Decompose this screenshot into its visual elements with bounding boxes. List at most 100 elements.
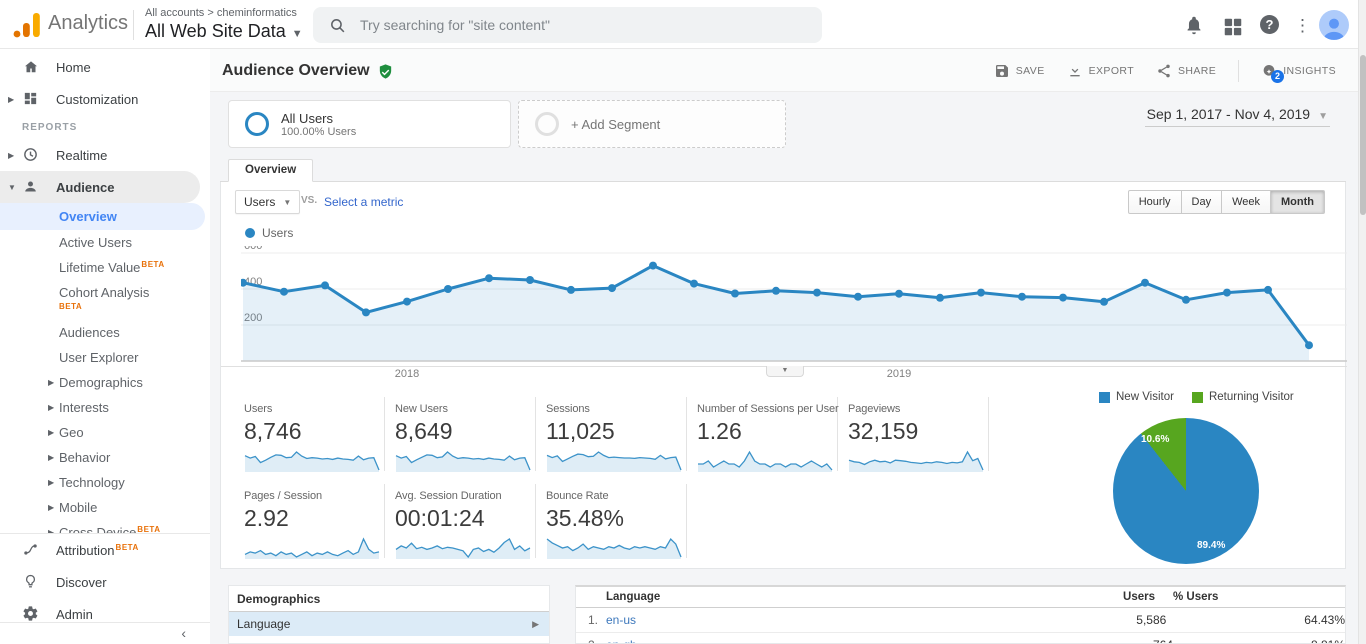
- property-selector[interactable]: All Web Site Data▼: [145, 21, 303, 42]
- sidebar-item-cohort-analysis[interactable]: Cohort AnalysisBETA: [0, 280, 210, 320]
- sidebar-item-mobile[interactable]: ▶Mobile: [0, 495, 210, 520]
- metric-value: 32,159: [848, 418, 988, 445]
- granularity-week[interactable]: Week: [1222, 190, 1271, 214]
- sidebar-item-label: Active Users: [59, 235, 132, 250]
- more-vert-icon[interactable]: ⋮: [1294, 16, 1304, 38]
- ga-audience-overview-page: Analytics All accounts > cheminformatics…: [0, 0, 1366, 644]
- admin-icon: [22, 605, 40, 623]
- export-button[interactable]: EXPORT: [1067, 63, 1134, 79]
- visitor-pie-chart[interactable]: 89.4% 10.6%: [1113, 418, 1259, 564]
- sidebar-item-discover[interactable]: Discover: [0, 566, 210, 598]
- metric-card-avg-session-duration[interactable]: Avg. Session Duration00:01:24: [385, 484, 536, 558]
- sidebar-item-audiences[interactable]: Audiences: [0, 320, 210, 345]
- add-segment-button[interactable]: + Add Segment: [518, 100, 786, 148]
- search-bar[interactable]: [313, 7, 822, 43]
- toolbar-actions: SAVE EXPORT SHARE: [994, 60, 1336, 82]
- dimension-row-language[interactable]: Language▶: [229, 612, 549, 636]
- page-title: Audience Overview: [222, 62, 394, 80]
- legend-swatch-icon: [1192, 392, 1203, 403]
- metric-label: Sessions: [546, 403, 686, 415]
- sidebar-item-user-explorer[interactable]: User Explorer: [0, 345, 210, 370]
- sidebar-item-active-users[interactable]: Active Users: [0, 230, 210, 255]
- sidebar-item-label: Admin: [56, 607, 93, 622]
- sidebar-item-home[interactable]: Home: [0, 51, 210, 83]
- sidebar-item-label: Behavior: [59, 450, 110, 465]
- users-legend-label: Users: [262, 226, 293, 240]
- attribution-icon: [22, 541, 40, 559]
- insights-button[interactable]: 2 INSIGHTS: [1261, 63, 1336, 79]
- chevron-right-icon: ▶: [48, 453, 54, 462]
- apps-grid-icon[interactable]: [1222, 16, 1244, 38]
- sidebar-collapse-button[interactable]: ‹: [0, 622, 210, 644]
- sidebar-item-attribution[interactable]: AttributionBETA: [0, 534, 210, 566]
- col-pct-users[interactable]: % Users: [1155, 591, 1345, 603]
- sidebar-item-cross-device[interactable]: ▶Cross DeviceBETA: [0, 520, 210, 533]
- sidebar-item-technology[interactable]: ▶Technology: [0, 470, 210, 495]
- metric-value: 35.48%: [546, 505, 686, 532]
- chevron-right-icon: ▶: [532, 612, 539, 636]
- realtime-icon: [22, 146, 40, 164]
- sidebar-item-customization[interactable]: ▶ Customization: [0, 83, 210, 115]
- scrollbar[interactable]: [1358, 0, 1366, 644]
- language-row-en-us: 1.en-us5,58664.43%: [576, 608, 1345, 633]
- metric-value: 00:01:24: [395, 505, 535, 532]
- avatar[interactable]: [1319, 10, 1349, 40]
- col-language[interactable]: Language: [576, 591, 1075, 603]
- metric-card-pageviews[interactable]: Pageviews32,159: [838, 397, 989, 471]
- share-button[interactable]: SHARE: [1156, 63, 1216, 79]
- sidebar-item-label: Demographics: [59, 375, 143, 390]
- sidebar-item-label: Customization: [56, 92, 138, 107]
- chevron-right-icon: ▶: [8, 95, 18, 104]
- metric-dropdown[interactable]: Users▼: [235, 190, 300, 214]
- col-users[interactable]: Users: [1075, 591, 1155, 603]
- share-icon: [1156, 63, 1172, 79]
- sidebar-item-label: Audiences: [59, 325, 120, 340]
- search-input[interactable]: [360, 17, 780, 33]
- metric-card-sessions[interactable]: Sessions11,025: [536, 397, 687, 471]
- users-timeseries-chart[interactable]: 20040060020182019: [241, 246, 1347, 384]
- metric-card-users[interactable]: Users8,746: [234, 397, 385, 471]
- sidebar-item-audience[interactable]: ▼Audience: [0, 171, 200, 203]
- notifications-bell-icon[interactable]: [1183, 14, 1205, 36]
- language-link[interactable]: en-gb: [606, 638, 1093, 644]
- sidebar-bottom-group: AttributionBETADiscover Admin: [0, 533, 210, 630]
- sidebar-item-interests[interactable]: ▶Interests: [0, 395, 210, 420]
- metric-card-pages-session[interactable]: Pages / Session2.92: [234, 484, 385, 558]
- segment-all-users[interactable]: All Users 100.00% Users: [228, 100, 511, 148]
- sidebar-item-label: Interests: [59, 400, 109, 415]
- sidebar-item-realtime[interactable]: ▶ Realtime: [0, 139, 210, 171]
- sidebar-item-lifetime-value[interactable]: Lifetime ValueBETA: [0, 255, 210, 280]
- granularity-day[interactable]: Day: [1182, 190, 1223, 214]
- users-value: 764: [1093, 638, 1173, 644]
- sidebar-item-demographics[interactable]: ▶Demographics: [0, 370, 210, 395]
- dimension-row-country[interactable]: Country: [229, 636, 549, 644]
- insights-badge: 2: [1271, 70, 1284, 83]
- sidebar-item-geo[interactable]: ▶Geo: [0, 420, 210, 445]
- sidebar-item-overview[interactable]: Overview: [0, 203, 205, 230]
- top-header: Analytics All accounts > cheminformatics…: [0, 0, 1366, 49]
- pie-label-new-visitor: 89.4%: [1197, 540, 1225, 551]
- sidebar-reports-group: ▶ Realtime ▼Audience: [0, 139, 210, 203]
- granularity-month[interactable]: Month: [1271, 190, 1325, 214]
- scrollbar-thumb[interactable]: [1360, 55, 1366, 215]
- analytics-logo-icon[interactable]: [12, 11, 40, 39]
- tab-overview[interactable]: Overview: [228, 159, 313, 182]
- sidebar-item-behavior[interactable]: ▶ Behavior: [0, 445, 210, 470]
- chart-collapse-handle[interactable]: ▼: [766, 366, 804, 377]
- svg-text:600: 600: [244, 246, 262, 252]
- select-metric-link[interactable]: Select a metric: [324, 195, 403, 209]
- language-link[interactable]: en-us: [606, 613, 1086, 627]
- metric-card-new-users[interactable]: New Users8,649: [385, 397, 536, 471]
- sidebar-item-label: Lifetime ValueBETA: [59, 260, 165, 275]
- date-range-selector[interactable]: Sep 1, 2017 - Nov 4, 2019▼: [1145, 106, 1330, 127]
- metric-card-number-of-sessions-per-user[interactable]: Number of Sessions per User1.26: [687, 397, 838, 471]
- chevron-down-icon: ▼: [292, 28, 303, 40]
- granularity-hourly[interactable]: Hourly: [1128, 190, 1182, 214]
- metric-card-bounce-rate[interactable]: Bounce Rate35.48%: [536, 484, 687, 558]
- chevron-right-icon: ▶: [8, 151, 18, 160]
- save-button[interactable]: SAVE: [994, 63, 1045, 79]
- help-icon[interactable]: ?: [1260, 15, 1279, 34]
- sidebar-item-label: Realtime: [56, 148, 107, 163]
- breadcrumb[interactable]: All accounts > cheminformatics: [145, 7, 297, 19]
- language-table-header: Language Users % Users: [576, 587, 1345, 608]
